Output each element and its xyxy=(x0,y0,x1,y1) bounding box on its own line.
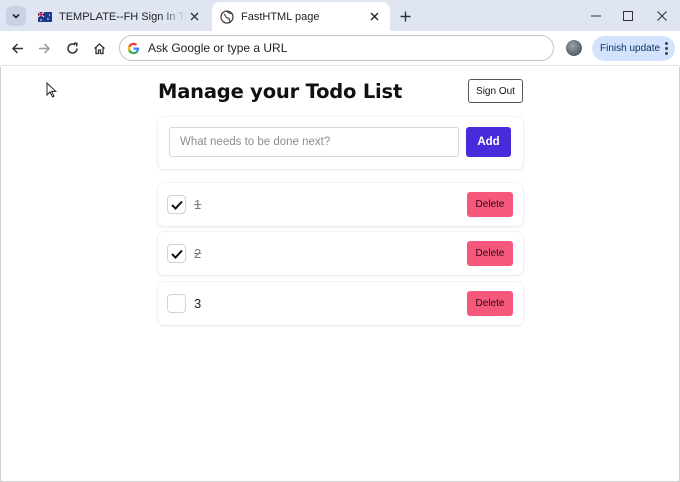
close-icon xyxy=(657,11,667,21)
maximize-icon xyxy=(623,11,633,21)
todo-checkbox[interactable] xyxy=(167,195,186,214)
plus-icon xyxy=(400,11,410,21)
todo-label: 1 xyxy=(194,197,202,212)
profile-avatar[interactable] xyxy=(566,40,582,56)
tab-title: TEMPLATE--FH Sign In Template xyxy=(59,10,186,23)
close-icon xyxy=(190,12,198,21)
add-todo-form: Add xyxy=(158,117,523,169)
globe-icon xyxy=(220,9,234,24)
finish-update-label: Finish update xyxy=(600,43,661,54)
home-button[interactable] xyxy=(90,39,108,57)
delete-button[interactable]: Delete xyxy=(467,291,513,316)
new-todo-input[interactable] xyxy=(169,127,459,157)
chevron-down-icon xyxy=(12,13,20,19)
new-tab-button[interactable] xyxy=(396,7,414,25)
google-icon xyxy=(127,42,140,54)
address-bar[interactable]: Ask Google or type a URL xyxy=(119,35,554,61)
window-close-button[interactable] xyxy=(653,7,671,25)
todo-item: 1 Delete xyxy=(158,183,523,226)
page-title: Manage your Todo List xyxy=(158,80,403,103)
reload-icon xyxy=(66,41,78,54)
todo-item: 3 Delete xyxy=(158,282,523,325)
sign-out-button[interactable]: Sign Out xyxy=(468,79,523,103)
reload-button[interactable] xyxy=(63,39,81,57)
maximize-button[interactable] xyxy=(619,7,637,25)
tab-template[interactable]: TEMPLATE--FH Sign In Template xyxy=(30,2,210,31)
check-icon xyxy=(170,249,183,259)
kebab-menu-icon xyxy=(665,42,668,55)
tab-close-button[interactable] xyxy=(186,9,202,25)
cursor-icon xyxy=(46,82,57,98)
tab-search-button[interactable] xyxy=(6,6,26,26)
todo-item: 2 Delete xyxy=(158,232,523,275)
delete-button[interactable]: Delete xyxy=(467,192,513,217)
minimize-icon xyxy=(591,15,601,17)
tab-close-button[interactable] xyxy=(366,9,382,25)
tab-fasthtml[interactable]: FastHTML page xyxy=(212,2,390,31)
todo-label: 2 xyxy=(194,246,202,261)
tab-title: FastHTML page xyxy=(241,10,320,23)
add-button[interactable]: Add xyxy=(466,127,511,157)
tab-strip: TEMPLATE--FH Sign In Template FastHTML p… xyxy=(0,0,680,31)
forward-icon xyxy=(38,42,50,54)
flag-icon xyxy=(38,11,52,22)
delete-button[interactable]: Delete xyxy=(467,241,513,266)
back-button[interactable] xyxy=(8,39,26,57)
todo-checkbox[interactable] xyxy=(167,294,186,313)
forward-button[interactable] xyxy=(35,39,53,57)
address-bar-placeholder: Ask Google or type a URL xyxy=(148,41,288,55)
minimize-button[interactable] xyxy=(587,7,605,25)
browser-toolbar: Ask Google or type a URL Finish update xyxy=(0,31,680,66)
todo-checkbox[interactable] xyxy=(167,244,186,263)
check-icon xyxy=(170,200,183,210)
todo-label: 3 xyxy=(194,296,202,311)
home-icon xyxy=(93,42,105,54)
finish-update-button[interactable]: Finish update xyxy=(592,36,675,61)
back-icon xyxy=(11,42,23,54)
close-icon xyxy=(370,12,378,21)
